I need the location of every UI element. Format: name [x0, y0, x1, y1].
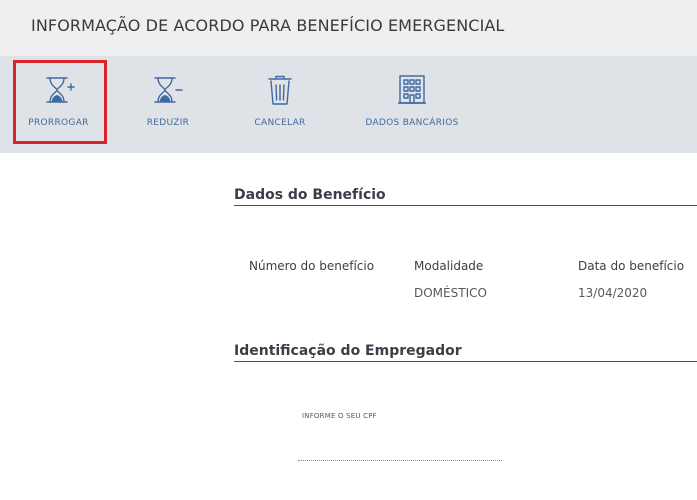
cpf-label: INFORME O SEU CPF	[302, 412, 377, 420]
cancelar-label: CANCELAR	[254, 118, 306, 128]
dados-bancarios-label: DADOS BANCÁRIOS	[365, 118, 459, 128]
action-toolbar: PRORROGAR REDUZIR CANCELAR DADOS BANCÁRI…	[0, 56, 697, 153]
reduzir-button[interactable]: REDUZIR	[140, 56, 196, 153]
trash-icon	[268, 75, 292, 105]
reduzir-label: REDUZIR	[146, 118, 190, 128]
data-beneficio-value: 13/04/2020	[578, 286, 648, 300]
modalidade-label: Modalidade	[414, 259, 484, 273]
page-title: INFORMAÇÃO DE ACORDO PARA BENEFÍCIO EMER…	[31, 16, 505, 35]
modalidade-value: DOMÉSTICO	[414, 286, 487, 300]
section-divider	[234, 205, 697, 206]
section-divider	[234, 361, 697, 362]
cpf-input[interactable]	[298, 440, 502, 461]
numero-beneficio-label: Número do benefício	[249, 259, 375, 273]
hourglass-plus-icon	[46, 77, 75, 103]
prorrogar-button[interactable]: PRORROGAR	[15, 56, 102, 153]
section-title-dados-beneficio: Dados do Benefício	[234, 187, 386, 203]
prorrogar-label: PRORROGAR	[28, 118, 89, 128]
dados-bancarios-button[interactable]: DADOS BANCÁRIOS	[360, 56, 464, 153]
section-title-identificacao-empregador: Identificação do Empregador	[234, 343, 462, 359]
title-bar: INFORMAÇÃO DE ACORDO PARA BENEFÍCIO EMER…	[0, 0, 697, 56]
data-beneficio-label: Data do benefício	[578, 259, 685, 273]
cancelar-button[interactable]: CANCELAR	[248, 56, 312, 153]
hourglass-minus-icon	[154, 77, 183, 103]
building-icon	[398, 75, 426, 104]
